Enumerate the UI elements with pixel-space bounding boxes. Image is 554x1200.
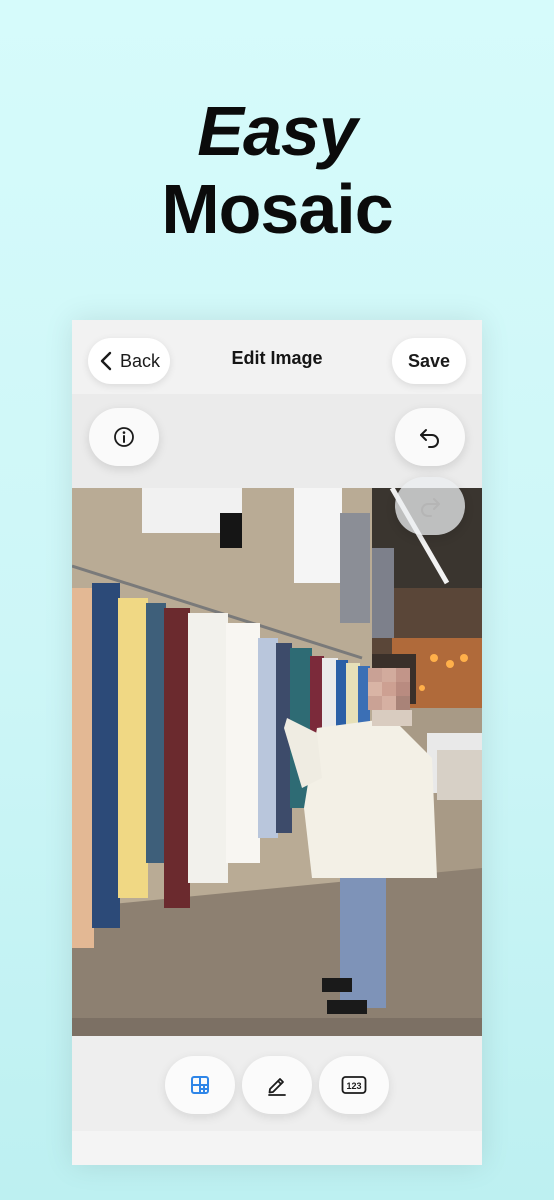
top-nav-bar: Back Edit Image Save [72, 320, 482, 394]
bottom-safe-area [72, 1131, 482, 1165]
number-123-icon: 123 [341, 1076, 367, 1094]
promo-headline: Easy Mosaic [0, 92, 554, 248]
number-123-label: 123 [346, 1081, 361, 1091]
mosaic-tool-button[interactable] [165, 1056, 235, 1114]
edited-photo[interactable] [72, 488, 482, 1036]
undo-icon [420, 429, 439, 448]
headline-line-1: Easy [197, 92, 357, 170]
mosaic-grid-icon [191, 1076, 209, 1094]
phone-screen: Back Edit Image Save 123 [72, 320, 482, 1165]
redo-icon [421, 498, 440, 517]
info-button[interactable] [89, 408, 159, 466]
photo-canvas [72, 488, 482, 1036]
draw-tool-button[interactable] [242, 1056, 312, 1114]
headline-line-2: Mosaic [161, 170, 393, 248]
save-button[interactable]: Save [392, 338, 466, 384]
redo-button[interactable] [395, 477, 465, 535]
undo-button[interactable] [395, 408, 465, 466]
number-tool-button[interactable]: 123 [319, 1056, 389, 1114]
pencil-icon [268, 1078, 286, 1096]
edit-toolbar: 123 [72, 1036, 482, 1131]
info-icon [114, 427, 134, 447]
